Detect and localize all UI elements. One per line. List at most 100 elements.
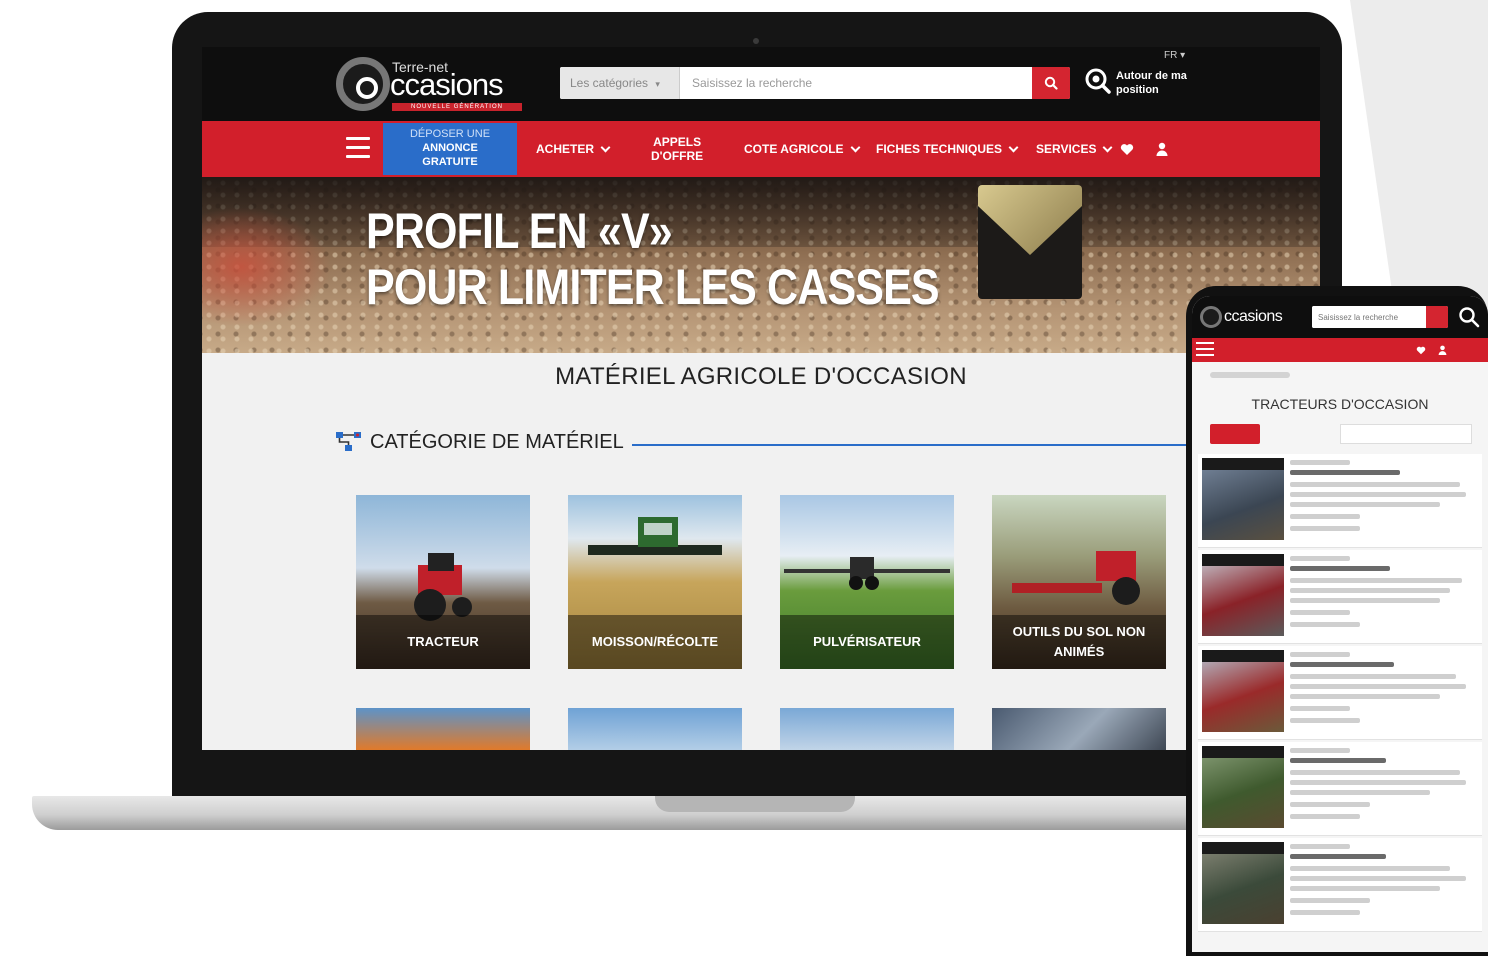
post-ad-line2: ANNONCE — [422, 142, 478, 154]
listing-list — [1198, 454, 1482, 934]
laptop-base — [32, 796, 1262, 830]
logo-wheel-icon — [336, 57, 390, 111]
sort-select[interactable] — [1340, 424, 1472, 444]
laptop-camera — [753, 38, 759, 44]
nav-fiches-techniques[interactable]: FICHES TECHNIQUES — [876, 121, 1019, 177]
hero-banner[interactable]: PROFIL EN «V» POUR LIMITER LES CASSES — [202, 177, 1320, 353]
phone-header: ccasions — [1192, 296, 1488, 338]
logo-wordmark: ccasions — [390, 67, 504, 102]
location-button[interactable]: Autour de ma position — [1084, 67, 1204, 101]
search-icon — [1044, 76, 1058, 90]
listing-text — [1290, 802, 1370, 807]
category-card-row2-1[interactable] — [356, 708, 530, 750]
listing-text — [1290, 758, 1386, 763]
heart-icon — [1120, 143, 1134, 155]
category-card-outils-sol[interactable]: OUTILS DU SOL NON ANIMÉS — [992, 495, 1166, 669]
search-bar: Les catégories ▾ — [560, 67, 1070, 99]
listing-text — [1290, 844, 1350, 849]
location-icon — [1085, 68, 1111, 94]
category-card-tracteur[interactable]: TRACTEUR — [356, 495, 530, 669]
phone-logo[interactable]: ccasions — [1200, 304, 1300, 330]
listing-text — [1290, 780, 1466, 785]
listing-text — [1290, 674, 1456, 679]
hero-line-1: PROFIL EN «V» — [366, 203, 673, 259]
nav-label: ACHETER — [536, 142, 595, 156]
category-card-row2-4[interactable] — [992, 708, 1166, 750]
account-button[interactable] — [1156, 121, 1168, 177]
nav-label: APPELS — [653, 135, 702, 149]
listing-text — [1290, 588, 1450, 593]
listing-text — [1290, 598, 1440, 603]
listing-thumbnail — [1202, 554, 1284, 636]
list-item[interactable] — [1198, 550, 1482, 644]
chevron-down-icon — [600, 142, 611, 152]
hero-product-image — [978, 185, 1082, 299]
filter-button[interactable] — [1210, 424, 1260, 444]
listing-text — [1290, 662, 1394, 667]
listing-text — [1290, 706, 1350, 711]
list-item[interactable] — [1198, 454, 1482, 548]
listing-text — [1290, 886, 1440, 891]
category-card-row2-2[interactable] — [568, 708, 742, 750]
phone-search — [1312, 306, 1448, 328]
list-item[interactable] — [1198, 646, 1482, 740]
menu-icon[interactable] — [346, 137, 370, 159]
nav-appels-offre[interactable]: APPELS D'OFFRE — [651, 121, 703, 177]
menu-icon[interactable] — [1196, 342, 1214, 358]
listing-text — [1290, 460, 1350, 465]
category-card-row2-3[interactable] — [780, 708, 954, 750]
listing-text — [1290, 502, 1440, 507]
listing-text — [1290, 492, 1466, 497]
logo-tagline: NOUVELLE GÉNÉRATION — [392, 103, 522, 111]
hero-red-blur — [202, 207, 332, 327]
chevron-down-icon: ▾ — [655, 79, 660, 89]
site-logo[interactable]: Terre-net ccasions NOUVELLE GÉNÉRATION — [336, 53, 526, 113]
phone-screen: ccasions TRACTEURS D'OCCASION — [1192, 296, 1488, 952]
category-select-label: Les catégories — [570, 76, 649, 90]
nav-acheter[interactable]: ACHETER — [536, 121, 611, 177]
listing-thumbnail — [1202, 842, 1284, 924]
language-label: FR — [1164, 50, 1178, 61]
listing-text — [1290, 790, 1430, 795]
product-showcase: Terre-net ccasions NOUVELLE GÉNÉRATION F… — [0, 0, 1488, 956]
nav-label: D'OFFRE — [651, 149, 704, 163]
phone-search-input[interactable] — [1312, 306, 1426, 328]
list-item[interactable] — [1198, 838, 1482, 932]
listing-text — [1290, 556, 1350, 561]
nav-cote-agricole[interactable]: COTE AGRICOLE — [744, 121, 861, 177]
listing-text — [1290, 898, 1370, 903]
listing-text — [1290, 854, 1386, 859]
list-item[interactable] — [1198, 742, 1482, 836]
category-label: OUTILS DU SOL NON ANIMÉS — [992, 615, 1166, 669]
user-icon[interactable] — [1438, 345, 1447, 355]
user-icon — [1156, 142, 1168, 156]
listing-text — [1290, 718, 1360, 723]
page-title: MATÉRIEL AGRICOLE D'OCCASION — [555, 363, 967, 390]
listing-text — [1290, 566, 1390, 571]
search-button[interactable] — [1032, 67, 1070, 99]
location-icon[interactable] — [1458, 306, 1480, 328]
category-card-pulverisateur[interactable]: PULVÉRISATEUR — [780, 495, 954, 669]
price-badge — [1202, 842, 1284, 854]
listing-text — [1290, 470, 1400, 475]
category-label: TRACTEUR — [356, 615, 530, 669]
language-selector[interactable]: FR ▾ — [1164, 50, 1185, 61]
category-label: MOISSON/RÉCOLTE — [568, 615, 742, 669]
nav-services[interactable]: SERVICES — [1036, 121, 1113, 177]
listing-text — [1290, 814, 1360, 819]
search-input[interactable] — [680, 67, 1032, 99]
category-select[interactable]: Les catégories ▾ — [560, 67, 680, 99]
phone-search-button[interactable] — [1426, 306, 1448, 328]
category-heading-text: CATÉGORIE DE MATÉRIEL — [370, 430, 624, 453]
listing-thumbnail — [1202, 650, 1284, 732]
category-card-moisson[interactable]: MOISSON/RÉCOLTE — [568, 495, 742, 669]
heart-icon[interactable] — [1416, 346, 1426, 355]
favorites-button[interactable] — [1120, 121, 1134, 177]
price-badge — [1202, 650, 1284, 662]
hero-title: PROFIL EN «V» POUR LIMITER LES CASSES — [366, 203, 940, 315]
listing-text — [1290, 526, 1360, 531]
breadcrumb[interactable] — [1210, 372, 1290, 378]
listing-text — [1290, 910, 1360, 915]
laptop-notch — [655, 796, 855, 812]
post-ad-button[interactable]: DÉPOSER UNE ANNONCE GRATUITE — [383, 123, 517, 175]
